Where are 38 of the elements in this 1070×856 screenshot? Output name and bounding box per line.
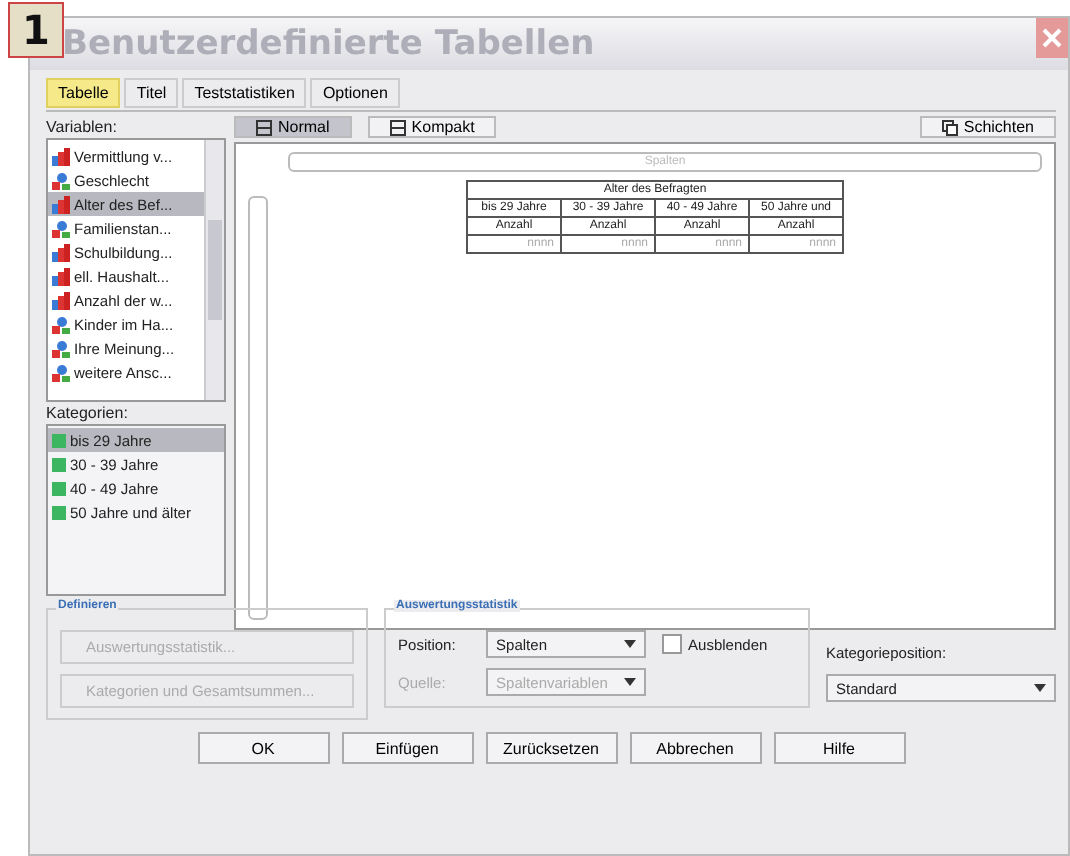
close-icon — [1042, 28, 1062, 48]
layout-icon — [256, 119, 272, 135]
square-icon — [52, 433, 66, 447]
layers-icon — [941, 119, 958, 135]
square-icon — [52, 481, 66, 495]
scrollbar[interactable] — [204, 140, 224, 400]
tab[interactable]: Titel — [124, 78, 179, 108]
view-button[interactable]: Kompakt — [367, 116, 497, 138]
dialog-button[interactable]: Abbrechen — [629, 732, 761, 764]
tab[interactable]: Optionen — [310, 78, 400, 108]
categories-label: Kategorien: — [46, 404, 130, 422]
dialog-button[interactable]: OK — [197, 732, 329, 764]
view-button[interactable]: Normal — [234, 116, 352, 138]
dialog-button[interactable]: Einfügen — [341, 732, 473, 764]
layout-icon — [389, 119, 406, 135]
hide-checkbox[interactable] — [662, 634, 683, 654]
tab[interactable]: Teststatistiken — [182, 78, 307, 108]
shapes-icon — [52, 363, 70, 381]
ruler-icon — [52, 291, 70, 309]
close-button[interactable] — [1036, 18, 1068, 58]
ruler-icon — [52, 147, 70, 165]
ruler-icon — [52, 195, 70, 213]
shapes-icon — [52, 219, 70, 237]
dialog-button[interactable]: Zurücksetzen — [485, 732, 617, 764]
variables-label: Variablen: — [46, 118, 119, 136]
shapes-icon — [52, 315, 70, 333]
square-icon — [52, 457, 66, 471]
shapes-icon — [52, 339, 70, 357]
rows-drop-zone[interactable] — [248, 196, 268, 620]
square-icon — [52, 505, 66, 519]
number-badge: 1 — [8, 2, 64, 58]
tab[interactable]: Tabelle — [46, 78, 121, 108]
ruler-icon — [52, 243, 70, 261]
ruler-icon — [52, 267, 70, 285]
dialog-button[interactable]: Hilfe — [773, 732, 905, 764]
window-title: Benutzerdefinierte Tabellen — [62, 24, 597, 64]
shapes-icon — [52, 171, 70, 189]
layers-button[interactable]: Schichten — [919, 116, 1056, 138]
